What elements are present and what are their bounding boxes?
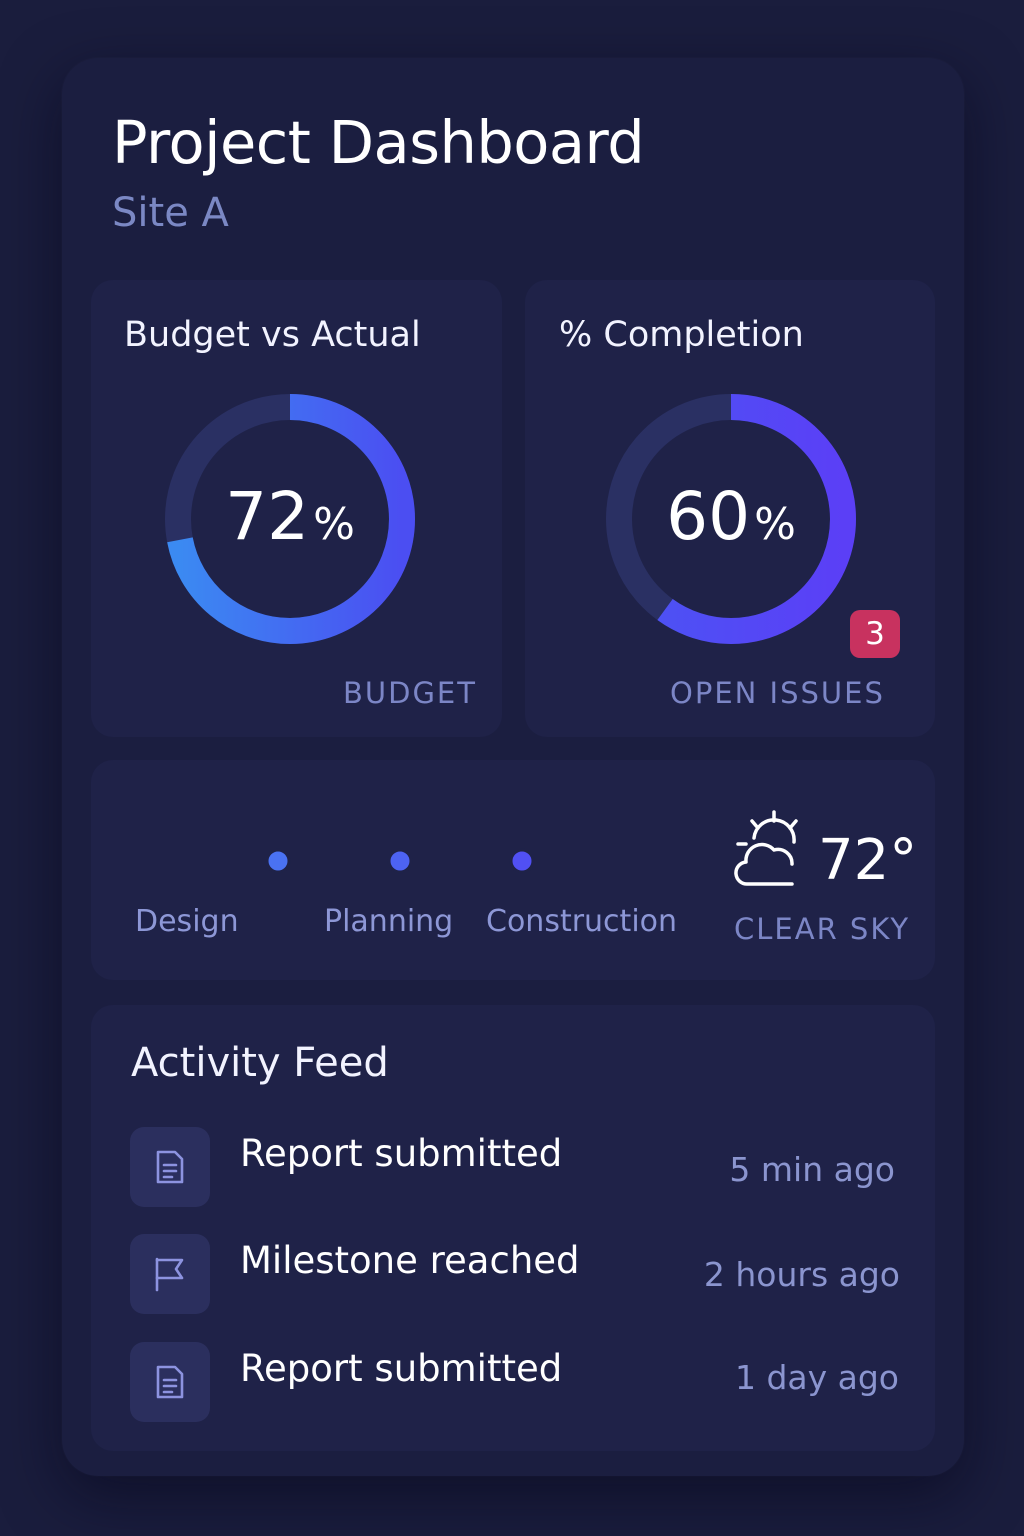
- budget-caption: BUDGET: [343, 676, 477, 710]
- stage-label-construction[interactable]: Construction: [486, 904, 677, 939]
- budget-gauge-value: 72%: [165, 478, 415, 555]
- open-issues-badge[interactable]: 3: [850, 610, 900, 658]
- page-title: Project Dashboard: [112, 108, 645, 177]
- feed-item-icon-box: [130, 1234, 210, 1314]
- budget-value-unit: %: [313, 499, 355, 550]
- feed-item-icon-box: [130, 1342, 210, 1422]
- document-icon: [156, 1150, 184, 1184]
- completion-card-title: % Completion: [559, 315, 804, 355]
- feed-item-icon-box: [130, 1127, 210, 1207]
- feed-item-text: Report submitted: [240, 1347, 563, 1390]
- timeline-node-construction: [509, 848, 535, 874]
- timeline-node-design: [265, 848, 291, 874]
- flag-icon: [155, 1257, 184, 1292]
- stage-label-planning[interactable]: Planning: [324, 904, 453, 939]
- weather-temperature: 72°: [818, 828, 918, 893]
- weather-condition: CLEAR SKY: [734, 912, 911, 946]
- completion-value-number: 60: [666, 478, 751, 555]
- activity-feed-title: Activity Feed: [131, 1040, 389, 1086]
- budget-value-number: 72: [225, 478, 310, 555]
- feed-item-text: Milestone reached: [240, 1239, 580, 1282]
- document-icon: [156, 1365, 184, 1399]
- completion-value-unit: %: [754, 499, 796, 550]
- stage-label-design[interactable]: Design: [135, 904, 239, 939]
- partly-cloudy-icon: [734, 810, 798, 886]
- timeline-track: [132, 848, 660, 874]
- completion-gauge-value: 60%: [606, 478, 856, 555]
- open-issues-caption[interactable]: OPEN ISSUES: [670, 676, 885, 710]
- budget-card-title: Budget vs Actual: [124, 315, 421, 355]
- feed-item-time: 2 hours ago: [703, 1255, 900, 1294]
- feed-item-text: Report submitted: [240, 1132, 563, 1175]
- page-subtitle: Site A: [112, 190, 229, 236]
- feed-item-time: 5 min ago: [729, 1150, 895, 1189]
- feed-item-time: 1 day ago: [734, 1358, 899, 1397]
- timeline-node-planning: [387, 848, 413, 874]
